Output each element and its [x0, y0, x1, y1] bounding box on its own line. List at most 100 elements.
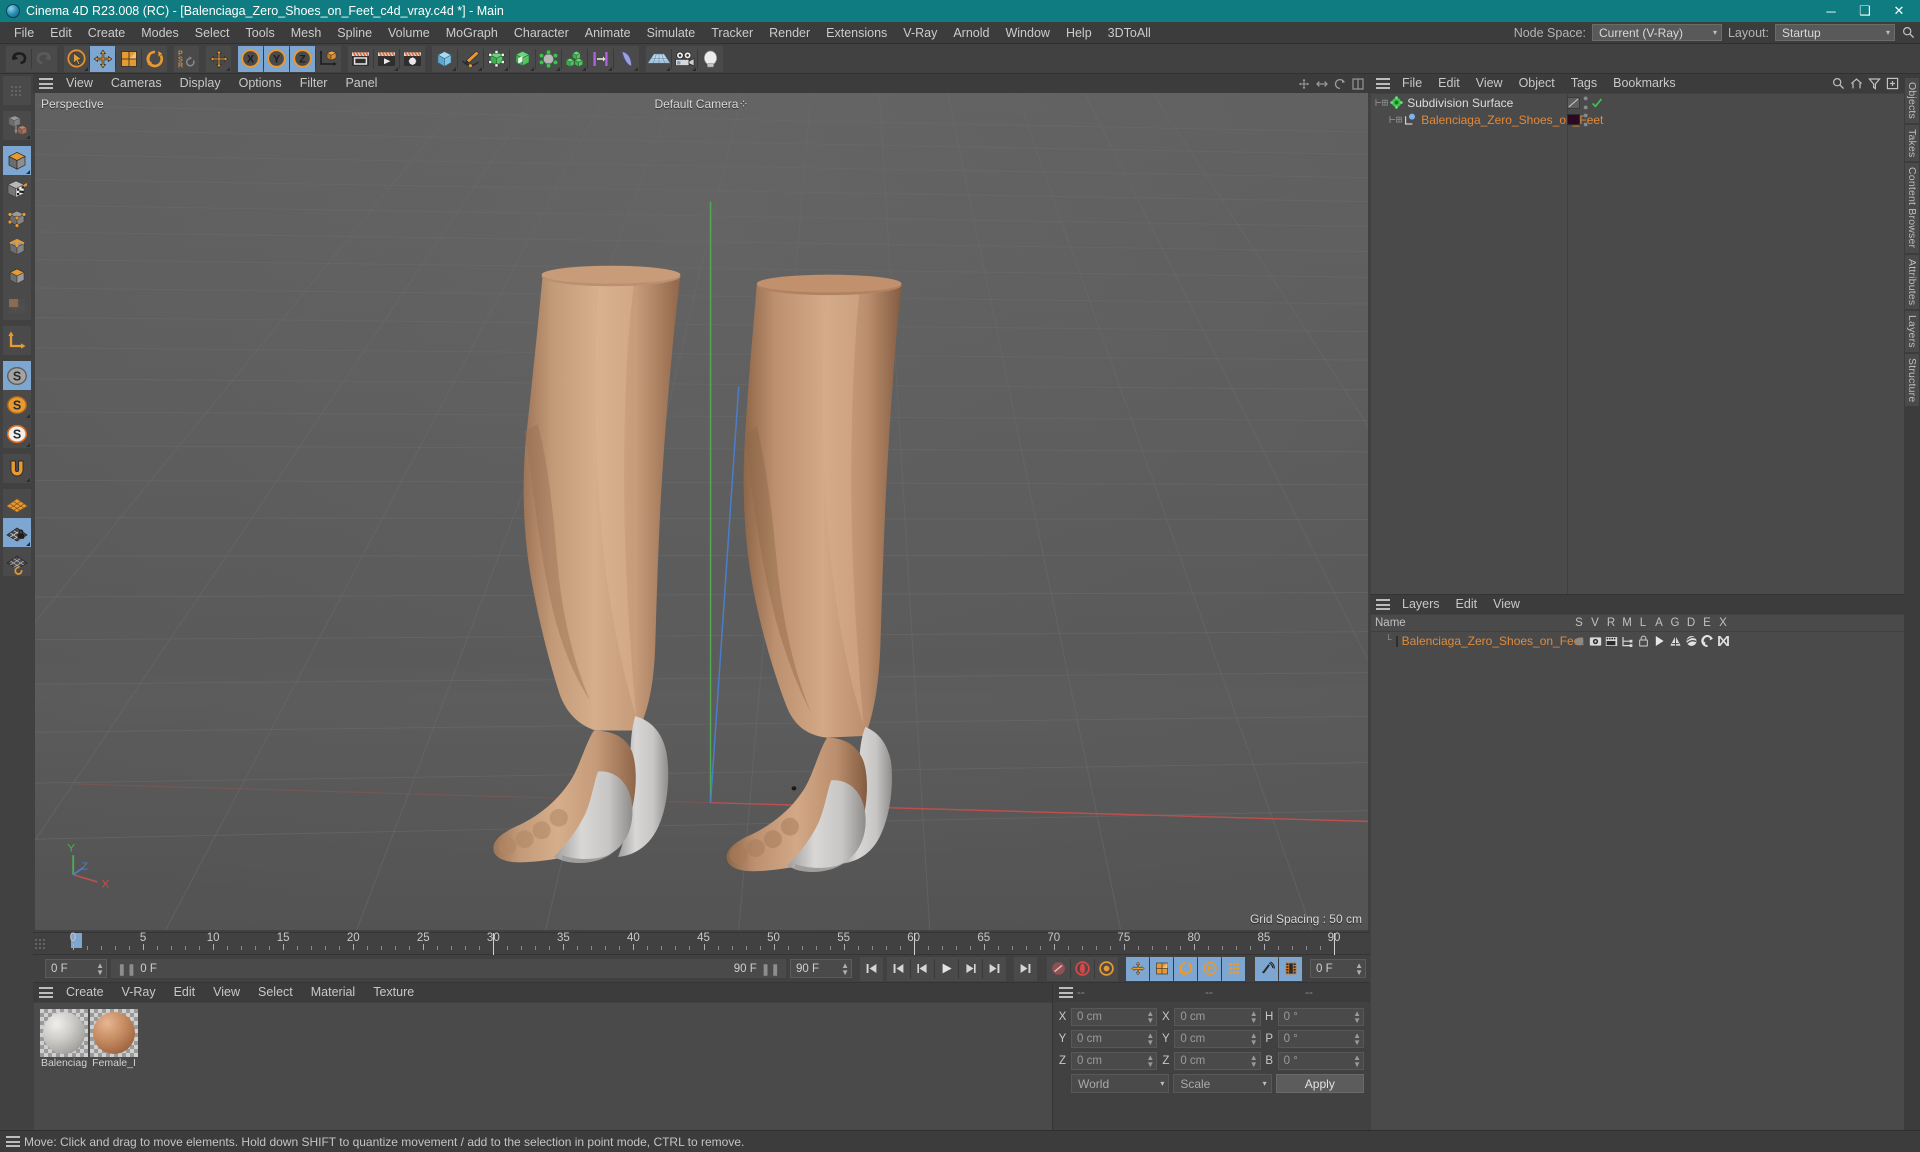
timeline-range-bar[interactable]: ❚❚ 0 F 90 F ❚❚	[111, 959, 786, 978]
hamburger-icon[interactable]	[6, 1136, 20, 1147]
node-space-select[interactable]: Current (V-Ray) ▾	[1591, 24, 1722, 41]
layout-select[interactable]: Startup ▾	[1775, 24, 1895, 41]
drag-dots-icon[interactable]	[2, 76, 31, 105]
add-nurbs-generator-button[interactable]	[484, 45, 509, 72]
tab-structure[interactable]: Structure	[1905, 353, 1919, 407]
go-to-next-key-button[interactable]	[983, 956, 1006, 981]
spinner-arrows-icon[interactable]: ▲ ▼	[1353, 1032, 1361, 1047]
solo-dot-icon[interactable]	[1571, 636, 1587, 647]
model-mode-button[interactable]	[2, 146, 31, 175]
menu-mograph[interactable]: MoGraph	[438, 22, 506, 44]
magnet-tool-button[interactable]	[2, 454, 31, 483]
hamburger-icon[interactable]	[1376, 599, 1390, 610]
live-selection-tool[interactable]	[64, 45, 89, 72]
menu-modes[interactable]: Modes	[133, 22, 187, 44]
minimize-button[interactable]: ─	[1814, 0, 1848, 22]
go-to-next-frame-button[interactable]	[959, 956, 982, 981]
menu-mesh[interactable]: Mesh	[283, 22, 330, 44]
layer-color-swatch[interactable]	[1395, 635, 1398, 647]
layers-col-m[interactable]: M	[1619, 617, 1635, 629]
maximize-button[interactable]: ❑	[1848, 0, 1882, 22]
menu-edit[interactable]: Edit	[42, 22, 80, 44]
timeline-playhead[interactable]	[913, 933, 915, 955]
menu-simulate[interactable]: Simulate	[639, 22, 704, 44]
menu-window[interactable]: Window	[997, 22, 1057, 44]
menu-tracker[interactable]: Tracker	[703, 22, 761, 44]
render-film-icon[interactable]	[1603, 636, 1619, 647]
layers-col-a[interactable]: A	[1651, 617, 1667, 629]
material-menu-create[interactable]: Create	[57, 983, 113, 1002]
filter-icon[interactable]	[1868, 77, 1881, 90]
material-menu-edit[interactable]: Edit	[165, 983, 205, 1002]
rotate-viewport-icon[interactable]	[1334, 78, 1346, 90]
add-spline-button[interactable]	[458, 45, 483, 72]
redo-button[interactable]	[32, 45, 57, 72]
expander-icon[interactable]: ⊢⊞	[1389, 113, 1402, 127]
tab-objects[interactable]: Objects	[1905, 78, 1919, 123]
points-mode-button[interactable]	[2, 204, 31, 233]
tab-content-browser[interactable]: Content Browser	[1905, 163, 1919, 253]
add-scene-environment-button[interactable]	[536, 45, 561, 72]
layers-col-s[interactable]: S	[1571, 617, 1587, 629]
object-menu-tags[interactable]: Tags	[1563, 74, 1605, 93]
move-tool[interactable]	[90, 45, 115, 72]
add-mograph-cloner-button[interactable]	[562, 45, 587, 72]
rotation-p-field[interactable]: 0 ° ▲ ▼	[1277, 1030, 1364, 1048]
display-tag-icon[interactable]	[1567, 96, 1580, 109]
enable-axis-modification-button[interactable]	[2, 326, 31, 355]
snap-enable-button[interactable]: S	[2, 419, 31, 448]
home-icon[interactable]	[1850, 77, 1863, 90]
keyframe-selection-button[interactable]	[1095, 956, 1118, 981]
tab-takes[interactable]: Takes	[1905, 125, 1919, 162]
object-menu-edit[interactable]: Edit	[1430, 74, 1468, 93]
size-z-field[interactable]: 0 cm ▲ ▼	[1174, 1052, 1261, 1070]
coordinate-space-select[interactable]: World ▾	[1071, 1074, 1170, 1093]
spinner-arrows-icon[interactable]: ▲ ▼	[1250, 1032, 1258, 1047]
current-frame-field[interactable]: 0 F ▲ ▼	[45, 959, 107, 978]
record-active-objects-button[interactable]	[1047, 956, 1070, 981]
world-coordinate-system-button[interactable]	[316, 45, 341, 72]
menu-tools[interactable]: Tools	[238, 22, 283, 44]
undo-button[interactable]	[6, 45, 31, 72]
timeline-ruler-track[interactable]: 051015202530354045505560657075808590	[59, 932, 1370, 955]
check-icon[interactable]	[1591, 97, 1603, 109]
add-camera-button[interactable]	[672, 45, 697, 72]
tab-layers[interactable]: Layers	[1905, 311, 1919, 352]
layers-col-g[interactable]: G	[1667, 617, 1683, 629]
material-menu-select[interactable]: Select	[249, 983, 302, 1002]
coordinate-mode-select[interactable]: Scale ▾	[1173, 1074, 1272, 1093]
edges-mode-button[interactable]	[2, 233, 31, 262]
menu-animate[interactable]: Animate	[577, 22, 639, 44]
manager-tree-icon[interactable]	[1619, 636, 1635, 647]
material-menu-vray[interactable]: V-Ray	[113, 983, 165, 1002]
material-menu-material[interactable]: Material	[302, 983, 364, 1002]
polygons-mode-button[interactable]	[2, 262, 31, 291]
viewport-menu-display[interactable]: Display	[171, 74, 230, 93]
autokeying-button[interactable]	[1071, 956, 1094, 981]
workplane-button[interactable]	[2, 489, 31, 518]
menu-extensions[interactable]: Extensions	[818, 22, 895, 44]
go-to-previous-key-button[interactable]	[887, 956, 910, 981]
add-floor-button[interactable]	[646, 45, 671, 72]
expressions-icon[interactable]	[1699, 635, 1715, 647]
hamburger-icon[interactable]	[39, 78, 53, 89]
animation-play-icon[interactable]	[1651, 635, 1667, 647]
object-row-subdivision-surface[interactable]: ⊢⊞ Subdivision Surface ● ●	[1371, 93, 1904, 111]
zoom-viewport-icon[interactable]	[1316, 78, 1328, 90]
menu-spline[interactable]: Spline	[329, 22, 380, 44]
spinner-arrows-icon[interactable]: ▲ ▼	[841, 961, 849, 976]
psr-toggle-button[interactable]: P S R	[174, 45, 199, 72]
add-bend-deformer-button[interactable]	[614, 45, 639, 72]
menu-render[interactable]: Render	[761, 22, 818, 44]
lock-z-axis-button[interactable]: Z	[290, 45, 315, 72]
timeline-ruler[interactable]: 051015202530354045505560657075808590	[33, 932, 1370, 955]
texture-mode-button[interactable]	[2, 175, 31, 204]
layers-menu-edit[interactable]: Edit	[1448, 595, 1486, 614]
tab-attributes[interactable]: Attributes	[1905, 254, 1919, 309]
layers-menu-view[interactable]: View	[1485, 595, 1528, 614]
world-axis-move-button[interactable]	[206, 45, 231, 72]
deformers-icon[interactable]	[1683, 635, 1699, 647]
dynamics-playback-button[interactable]	[1255, 956, 1278, 981]
timeline-settings-button[interactable]	[1279, 956, 1302, 981]
object-menu-bookmarks[interactable]: Bookmarks	[1605, 74, 1684, 93]
